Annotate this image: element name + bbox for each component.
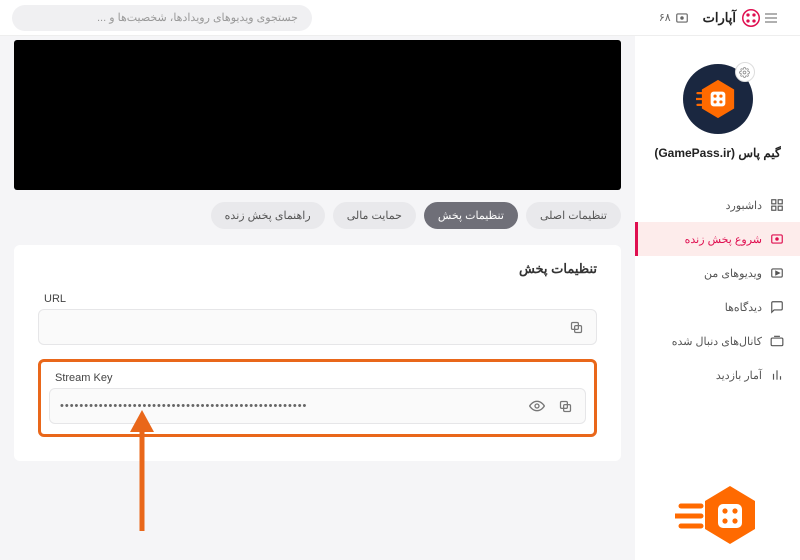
stream-key-value: ••••••••••••••••••••••••••••••••••••••••… [60,400,519,412]
stream-key-field: ••••••••••••••••••••••••••••••••••••••••… [49,388,586,424]
points-badge[interactable]: ۶۸ [659,11,689,25]
copy-key-button[interactable] [555,396,575,416]
tab-donation[interactable]: حمایت مالی [333,202,416,229]
eye-icon [529,398,545,414]
sidebar-item-label: شروع پخش زنده [685,233,762,246]
points-icon [675,11,689,25]
points-count: ۶۸ [659,11,671,24]
footer-logo [673,480,763,550]
tabs: تنظیمات اصلی تنظیمات پخش حمایت مالی راهن… [14,202,621,229]
stats-icon [770,368,784,382]
reveal-key-button[interactable] [527,396,547,416]
url-field [38,309,597,345]
stream-key-label: Stream Key [55,372,586,384]
search-placeholder: جستجوی ویدیوهای رویدادها، شخصیت‌ها و ... [97,11,298,24]
copy-icon [558,399,573,414]
videos-icon [770,266,784,280]
sidebar-nav: داشبورد شروع پخش زنده ویدیوهای من دیدگاه… [635,188,800,392]
sidebar-item-label: داشبورد [726,199,762,212]
brand-name: آپارات [703,10,736,26]
sidebar-item-label: ویدیوهای من [704,267,762,280]
sidebar-item-live[interactable]: شروع پخش زنده [635,222,800,256]
menu-icon[interactable] [760,7,782,29]
aparat-logo-icon [742,9,760,27]
comments-icon [770,300,784,314]
copy-url-button[interactable] [566,317,586,337]
sidebar-item-followed[interactable]: کانال‌های دنبال شده [635,324,800,358]
tab-live-guide[interactable]: راهنمای پخش زنده [211,202,325,229]
tab-stream-settings[interactable]: تنظیمات پخش [424,202,518,229]
copy-icon [569,320,584,335]
sidebar-item-videos[interactable]: ویدیوهای من [635,256,800,290]
sidebar-item-dashboard[interactable]: داشبورد [635,188,800,222]
tab-main-settings[interactable]: تنظیمات اصلی [526,202,621,229]
dashboard-icon [770,198,784,212]
channels-icon [770,334,784,348]
sidebar-item-label: آمار بازدید [716,369,762,382]
brand[interactable]: آپارات [703,9,760,27]
sidebar: گیم پاس (GamePass.ir) داشبورد شروع پخش ز… [635,36,800,560]
live-icon [770,232,784,246]
stream-settings-card: تنظیمات پخش URL Stream Key •••••••••••••… [14,245,621,461]
card-title: تنظیمات پخش [38,261,597,277]
sidebar-item-label: دیدگاه‌ها [725,301,762,314]
sidebar-item-stats[interactable]: آمار بازدید [635,358,800,392]
url-label: URL [44,293,597,305]
channel-logo-icon [696,77,740,121]
video-player[interactable] [14,40,621,190]
sidebar-item-comments[interactable]: دیدگاه‌ها [635,290,800,324]
channel-name: گیم پاس (GamePass.ir) [654,146,780,160]
gear-icon[interactable] [735,62,755,82]
stream-key-highlight: Stream Key •••••••••••••••••••••••••••••… [38,359,597,437]
top-bar: آپارات ۶۸ جستجوی ویدیوهای رویدادها، شخصی… [0,0,800,36]
sidebar-item-label: کانال‌های دنبال شده [672,335,762,348]
main-content: تنظیمات اصلی تنظیمات پخش حمایت مالی راهن… [0,36,635,560]
avatar-wrap [683,64,753,134]
gamepass-logo-icon [675,482,761,548]
search-input[interactable]: جستجوی ویدیوهای رویدادها، شخصیت‌ها و ... [12,5,312,31]
